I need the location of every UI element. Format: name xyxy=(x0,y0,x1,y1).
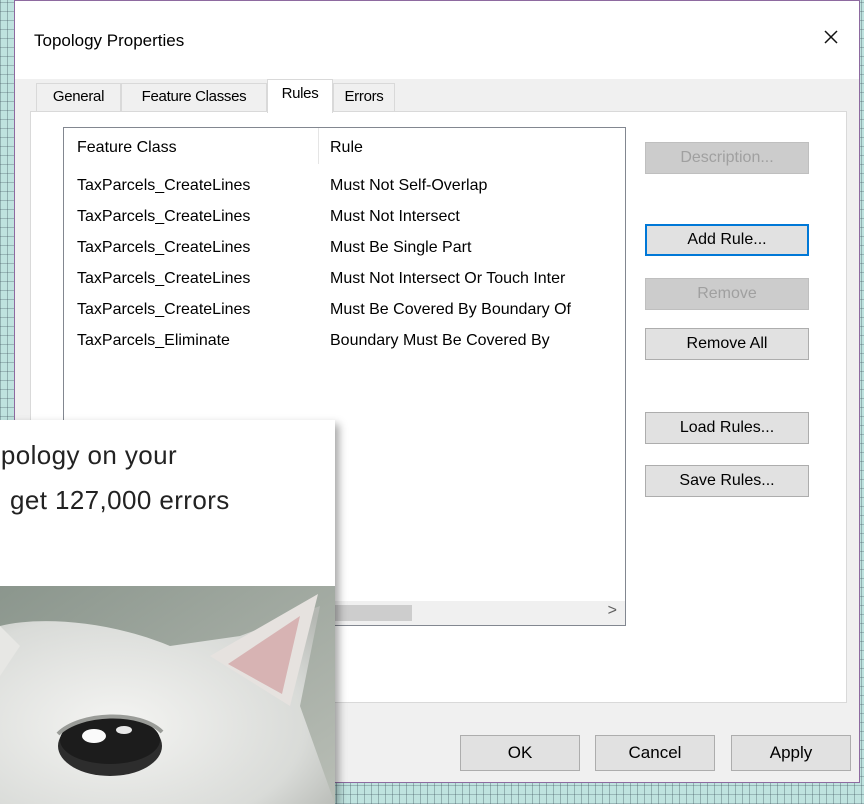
meme-caption-line: opology on your xyxy=(0,440,178,470)
table-row[interactable]: TaxParcels_CreateLines Must Not Intersec… xyxy=(64,203,625,234)
rule-cell: Must Be Single Part xyxy=(330,239,472,256)
meme-caption-line: get 127,000 errors xyxy=(10,485,230,515)
rule-cell: Must Not Self-Overlap xyxy=(330,177,488,194)
rule-cell: Must Not Intersect xyxy=(330,208,460,225)
close-icon xyxy=(824,30,838,44)
table-row[interactable]: TaxParcels_CreateLines Must Be Single Pa… xyxy=(64,234,625,265)
table-row[interactable]: TaxParcels_CreateLines Must Not Self-Ove… xyxy=(64,172,625,203)
tab-feature-classes[interactable]: Feature Classes xyxy=(121,83,267,111)
tab-errors[interactable]: Errors xyxy=(333,83,395,111)
title-bar: Topology Properties xyxy=(15,1,859,79)
rule-cell: Must Not Intersect Or Touch Inter xyxy=(330,270,566,287)
feature-class-cell: TaxParcels_CreateLines xyxy=(77,301,251,318)
rule-cell: Boundary Must Be Covered By xyxy=(330,332,550,349)
column-header-feature-class[interactable]: Feature Class xyxy=(77,139,177,157)
load-rules-button[interactable]: Load Rules... xyxy=(645,412,809,444)
cancel-button[interactable]: Cancel xyxy=(595,735,715,771)
meme-caption: opology on your get 127,000 errors xyxy=(0,420,335,586)
tab-rules[interactable]: Rules xyxy=(267,79,333,113)
chevron-right-icon[interactable]: > xyxy=(608,602,617,620)
save-rules-button[interactable]: Save Rules... xyxy=(645,465,809,497)
dialog-title: Topology Properties xyxy=(34,31,185,50)
rule-cell: Must Be Covered By Boundary Of xyxy=(330,301,571,318)
table-row[interactable]: TaxParcels_CreateLines Must Be Covered B… xyxy=(64,296,625,327)
feature-class-cell: TaxParcels_CreateLines xyxy=(77,239,251,256)
feature-class-cell: TaxParcels_Eliminate xyxy=(77,332,230,349)
list-header: Feature Class Rule xyxy=(64,128,625,164)
column-header-rule[interactable]: Rule xyxy=(330,139,363,157)
column-divider[interactable] xyxy=(318,128,319,164)
crying-cat-illustration xyxy=(0,586,335,804)
feature-class-cell: TaxParcels_CreateLines xyxy=(77,270,251,287)
apply-button[interactable]: Apply xyxy=(731,735,851,771)
crying-cat-image xyxy=(0,586,335,804)
remove-button[interactable]: Remove xyxy=(645,278,809,310)
feature-class-cell: TaxParcels_CreateLines xyxy=(77,208,251,225)
table-row[interactable]: TaxParcels_Eliminate Boundary Must Be Co… xyxy=(64,327,625,358)
tab-general[interactable]: General xyxy=(36,83,121,111)
add-rule-button[interactable]: Add Rule... xyxy=(645,224,809,256)
remove-all-button[interactable]: Remove All xyxy=(645,328,809,360)
meme-overlay: opology on your get 127,000 errors xyxy=(0,420,335,804)
ok-button[interactable]: OK xyxy=(460,735,580,771)
description-button[interactable]: Description... xyxy=(645,142,809,174)
table-row[interactable]: TaxParcels_CreateLines Must Not Intersec… xyxy=(64,265,625,296)
close-button[interactable] xyxy=(817,23,845,51)
feature-class-cell: TaxParcels_CreateLines xyxy=(77,177,251,194)
